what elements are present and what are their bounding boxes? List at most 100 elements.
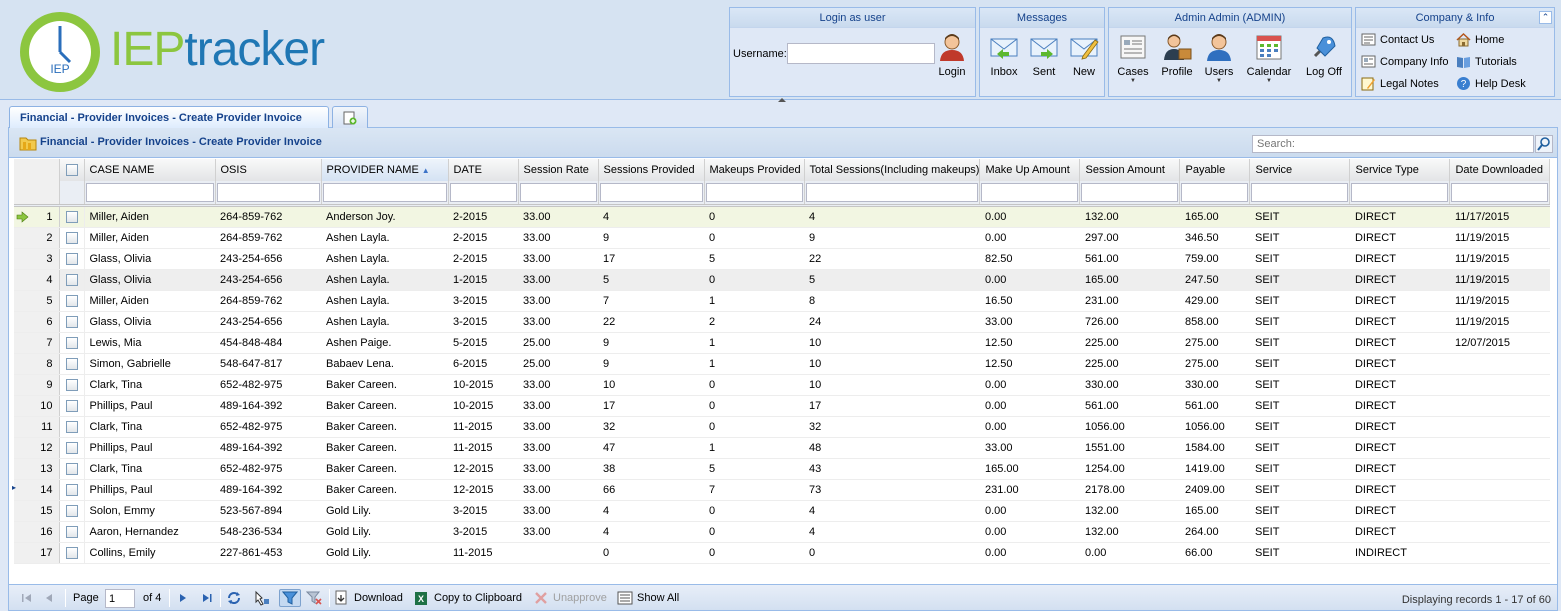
cases-button[interactable]: Cases ▼ bbox=[1111, 32, 1155, 84]
next-page-button[interactable] bbox=[175, 589, 191, 607]
row-checkbox[interactable] bbox=[65, 483, 78, 496]
column-header[interactable]: Payable bbox=[1179, 159, 1251, 181]
row-select-cell[interactable] bbox=[59, 458, 85, 480]
first-page-button[interactable] bbox=[19, 589, 35, 607]
clear-filter-button[interactable] bbox=[306, 589, 322, 607]
header-splitter-handle[interactable] bbox=[768, 98, 796, 103]
copy-to-clipboard-button[interactable]: X Copy to Clipboard bbox=[414, 589, 522, 607]
filter-input[interactable] bbox=[1081, 182, 1179, 202]
table-row[interactable]: 4 Glass, Olivia 243-254-656 Ashen Layla. 1-2… bbox=[14, 269, 1550, 291]
table-row[interactable]: 7 Lewis, Mia 454-848-484 Ashen Paige. 5-2015… bbox=[14, 332, 1550, 354]
row-checkbox[interactable] bbox=[65, 399, 78, 412]
left-panel-grip-icon[interactable]: ▸ bbox=[12, 483, 17, 513]
tutorials-link[interactable]: Tutorials bbox=[1456, 54, 1517, 69]
filter-input[interactable] bbox=[981, 182, 1079, 202]
table-row[interactable]: 5 Miller, Aiden 264-859-762 Ashen Layla. 3-2… bbox=[14, 290, 1550, 312]
row-checkbox[interactable] bbox=[65, 315, 78, 328]
row-checkbox[interactable] bbox=[65, 504, 78, 517]
collapse-header-button[interactable]: ⌃ bbox=[1539, 11, 1552, 24]
column-header[interactable]: Session Amount bbox=[1079, 159, 1181, 181]
row-checkbox[interactable] bbox=[65, 210, 78, 223]
row-checkbox[interactable] bbox=[65, 252, 78, 265]
row-checkbox[interactable] bbox=[65, 336, 78, 349]
filter-input[interactable] bbox=[519, 182, 597, 202]
column-header[interactable]: Makeups Provided bbox=[704, 159, 805, 181]
inbox-button[interactable]: Inbox bbox=[982, 32, 1026, 78]
table-row[interactable]: 16 Aaron, Hernandez 548-236-534 Gold Lily. 3… bbox=[14, 521, 1550, 543]
users-button[interactable]: Users ▼ bbox=[1197, 32, 1241, 84]
row-select-cell[interactable] bbox=[59, 437, 85, 459]
select-all-header[interactable] bbox=[59, 159, 85, 181]
column-header[interactable]: Make Up Amount bbox=[979, 159, 1081, 181]
table-row[interactable]: 11 Clark, Tina 652-482-975 Baker Careen. 11-… bbox=[14, 416, 1550, 438]
column-header[interactable]: Service Type bbox=[1349, 159, 1451, 181]
table-row[interactable]: 1 Miller, Aiden 264-859-762 Anderson Joy. 2-… bbox=[14, 206, 1550, 228]
table-row[interactable]: 2 Miller, Aiden 264-859-762 Ashen Layla. 2-2… bbox=[14, 227, 1550, 249]
legal-notes-link[interactable]: Legal Notes bbox=[1361, 76, 1439, 91]
new-message-button[interactable]: New bbox=[1062, 32, 1106, 78]
table-row[interactable]: 9 Clark, Tina 652-482-975 Baker Careen. 10-2… bbox=[14, 374, 1550, 396]
row-checkbox[interactable] bbox=[65, 378, 78, 391]
row-checkbox[interactable] bbox=[65, 231, 78, 244]
row-select-cell[interactable] bbox=[59, 374, 85, 396]
column-header[interactable]: CASE NAME bbox=[84, 159, 216, 181]
column-header[interactable]: Session Rate bbox=[518, 159, 599, 181]
filter-toggle-button[interactable] bbox=[279, 589, 301, 607]
column-header[interactable]: DATE bbox=[448, 159, 519, 181]
row-select-cell[interactable] bbox=[59, 332, 85, 354]
log-off-button[interactable]: Log Off bbox=[1302, 32, 1346, 78]
filter-input[interactable] bbox=[1351, 182, 1449, 202]
filter-input[interactable] bbox=[449, 182, 517, 202]
row-checkbox[interactable] bbox=[65, 441, 78, 454]
tab-create-provider-invoice[interactable]: Financial - Provider Invoices - Create P… bbox=[9, 106, 329, 128]
filter-input[interactable] bbox=[85, 182, 214, 202]
row-select-cell[interactable] bbox=[59, 248, 85, 270]
table-row[interactable]: 8 Simon, Gabrielle 548-647-817 Babaev Lena.… bbox=[14, 353, 1550, 375]
row-select-cell[interactable] bbox=[59, 500, 85, 522]
filter-input[interactable] bbox=[599, 182, 703, 202]
refresh-button[interactable] bbox=[226, 589, 242, 607]
row-select-cell[interactable] bbox=[59, 311, 85, 333]
row-select-cell[interactable] bbox=[59, 521, 85, 543]
filter-input[interactable] bbox=[705, 182, 803, 202]
row-checkbox[interactable] bbox=[65, 273, 78, 286]
previous-page-button[interactable] bbox=[41, 589, 57, 607]
table-row[interactable]: 15 Solon, Emmy 523-567-894 Gold Lily. 3-2015… bbox=[14, 500, 1550, 522]
search-button[interactable] bbox=[1535, 135, 1553, 153]
column-chooser-button[interactable] bbox=[254, 589, 270, 607]
calendar-button[interactable]: Calendar ▼ bbox=[1246, 32, 1292, 84]
table-row[interactable]: 6 Glass, Olivia 243-254-656 Ashen Layla. 3-2… bbox=[14, 311, 1550, 333]
home-link[interactable]: Home bbox=[1456, 32, 1504, 47]
profile-button[interactable]: Profile bbox=[1155, 32, 1199, 78]
column-header[interactable]: Total Sessions(Including makeups) bbox=[804, 159, 981, 181]
search-input[interactable] bbox=[1252, 135, 1534, 153]
row-select-cell[interactable] bbox=[59, 395, 85, 417]
filter-input[interactable] bbox=[1181, 182, 1249, 202]
row-select-cell[interactable] bbox=[59, 416, 85, 438]
row-checkbox[interactable] bbox=[65, 357, 78, 370]
help-desk-link[interactable]: ? Help Desk bbox=[1456, 76, 1526, 91]
column-header[interactable]: Service bbox=[1249, 159, 1351, 181]
filter-input[interactable] bbox=[805, 182, 979, 202]
page-number-input[interactable] bbox=[105, 589, 135, 608]
unapprove-button[interactable]: Unapprove bbox=[533, 589, 607, 607]
filter-input[interactable] bbox=[1451, 182, 1549, 202]
table-row[interactable]: 17 Collins, Emily 227-861-453 Gold Lily. 11-… bbox=[14, 542, 1550, 564]
column-header[interactable]: Sessions Provided bbox=[598, 159, 705, 181]
row-select-cell[interactable] bbox=[59, 479, 85, 501]
row-checkbox[interactable] bbox=[65, 420, 78, 433]
login-button[interactable]: Login bbox=[930, 32, 974, 78]
row-checkbox[interactable] bbox=[65, 294, 78, 307]
contact-us-link[interactable]: Contact Us bbox=[1361, 32, 1434, 47]
row-select-cell[interactable] bbox=[59, 206, 85, 228]
table-row[interactable]: 3 Glass, Olivia 243-254-656 Ashen Layla. 2-2… bbox=[14, 248, 1550, 270]
column-header-sorted[interactable]: PROVIDER NAME ▲ bbox=[321, 159, 449, 181]
filter-input[interactable] bbox=[216, 182, 320, 202]
row-checkbox[interactable] bbox=[65, 525, 78, 538]
app-logo[interactable]: IEP IEPtracker bbox=[18, 10, 358, 94]
row-select-cell[interactable] bbox=[59, 269, 85, 291]
sent-button[interactable]: Sent bbox=[1022, 32, 1066, 78]
row-checkbox[interactable] bbox=[65, 546, 78, 559]
row-select-cell[interactable] bbox=[59, 227, 85, 249]
table-row[interactable]: 10 Phillips, Paul 489-164-392 Baker Careen.… bbox=[14, 395, 1550, 417]
